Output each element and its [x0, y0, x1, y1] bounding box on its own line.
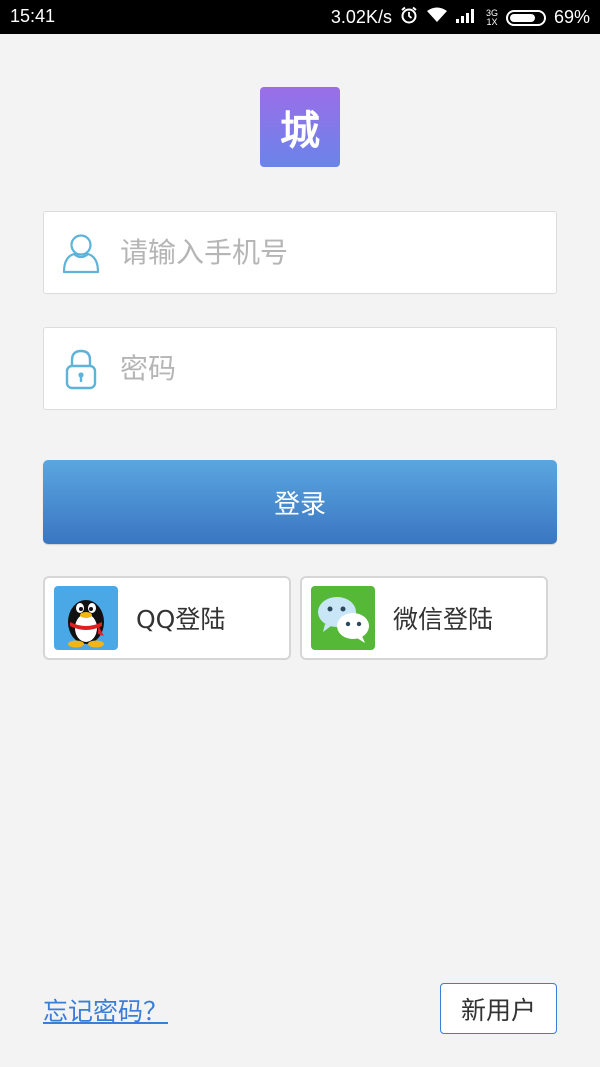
- forgot-password-link[interactable]: 忘记密码？: [43, 992, 168, 1028]
- qq-login-label: QQ登陆: [136, 605, 226, 634]
- phone-field[interactable]: [43, 211, 557, 294]
- password-input[interactable]: [120, 352, 520, 385]
- qq-login-button[interactable]: QQ登陆: [43, 576, 291, 660]
- lock-icon: [62, 348, 100, 390]
- wechat-login-button[interactable]: 微信登陆: [300, 576, 548, 660]
- status-indicators: 3.02K/s 3G 1X 69%: [331, 6, 590, 29]
- user-icon: [62, 232, 100, 274]
- network-type: 3G 1X: [486, 8, 498, 27]
- login-button[interactable]: 登录: [43, 460, 557, 544]
- battery-percent: 69%: [553, 7, 590, 27]
- battery-icon: [505, 9, 546, 26]
- app-logo: 城: [260, 87, 340, 167]
- alarm-icon: [400, 6, 418, 29]
- wechat-icon: [311, 586, 375, 650]
- wifi-icon: [426, 7, 448, 28]
- network-speed: 3.02K/s: [330, 7, 392, 27]
- status-bar: 15:41 3.02K/s 3G 1X 69%: [0, 0, 600, 34]
- wechat-login-label: 微信登陆: [393, 605, 494, 634]
- signal-icon: [455, 7, 478, 28]
- network-type-1x: 1X: [486, 16, 498, 27]
- password-field[interactable]: [43, 327, 557, 410]
- new-user-button[interactable]: 新用户: [440, 983, 557, 1034]
- status-time: 15:41: [10, 6, 56, 26]
- qq-penguin-icon: [54, 586, 118, 650]
- phone-input[interactable]: [120, 236, 520, 269]
